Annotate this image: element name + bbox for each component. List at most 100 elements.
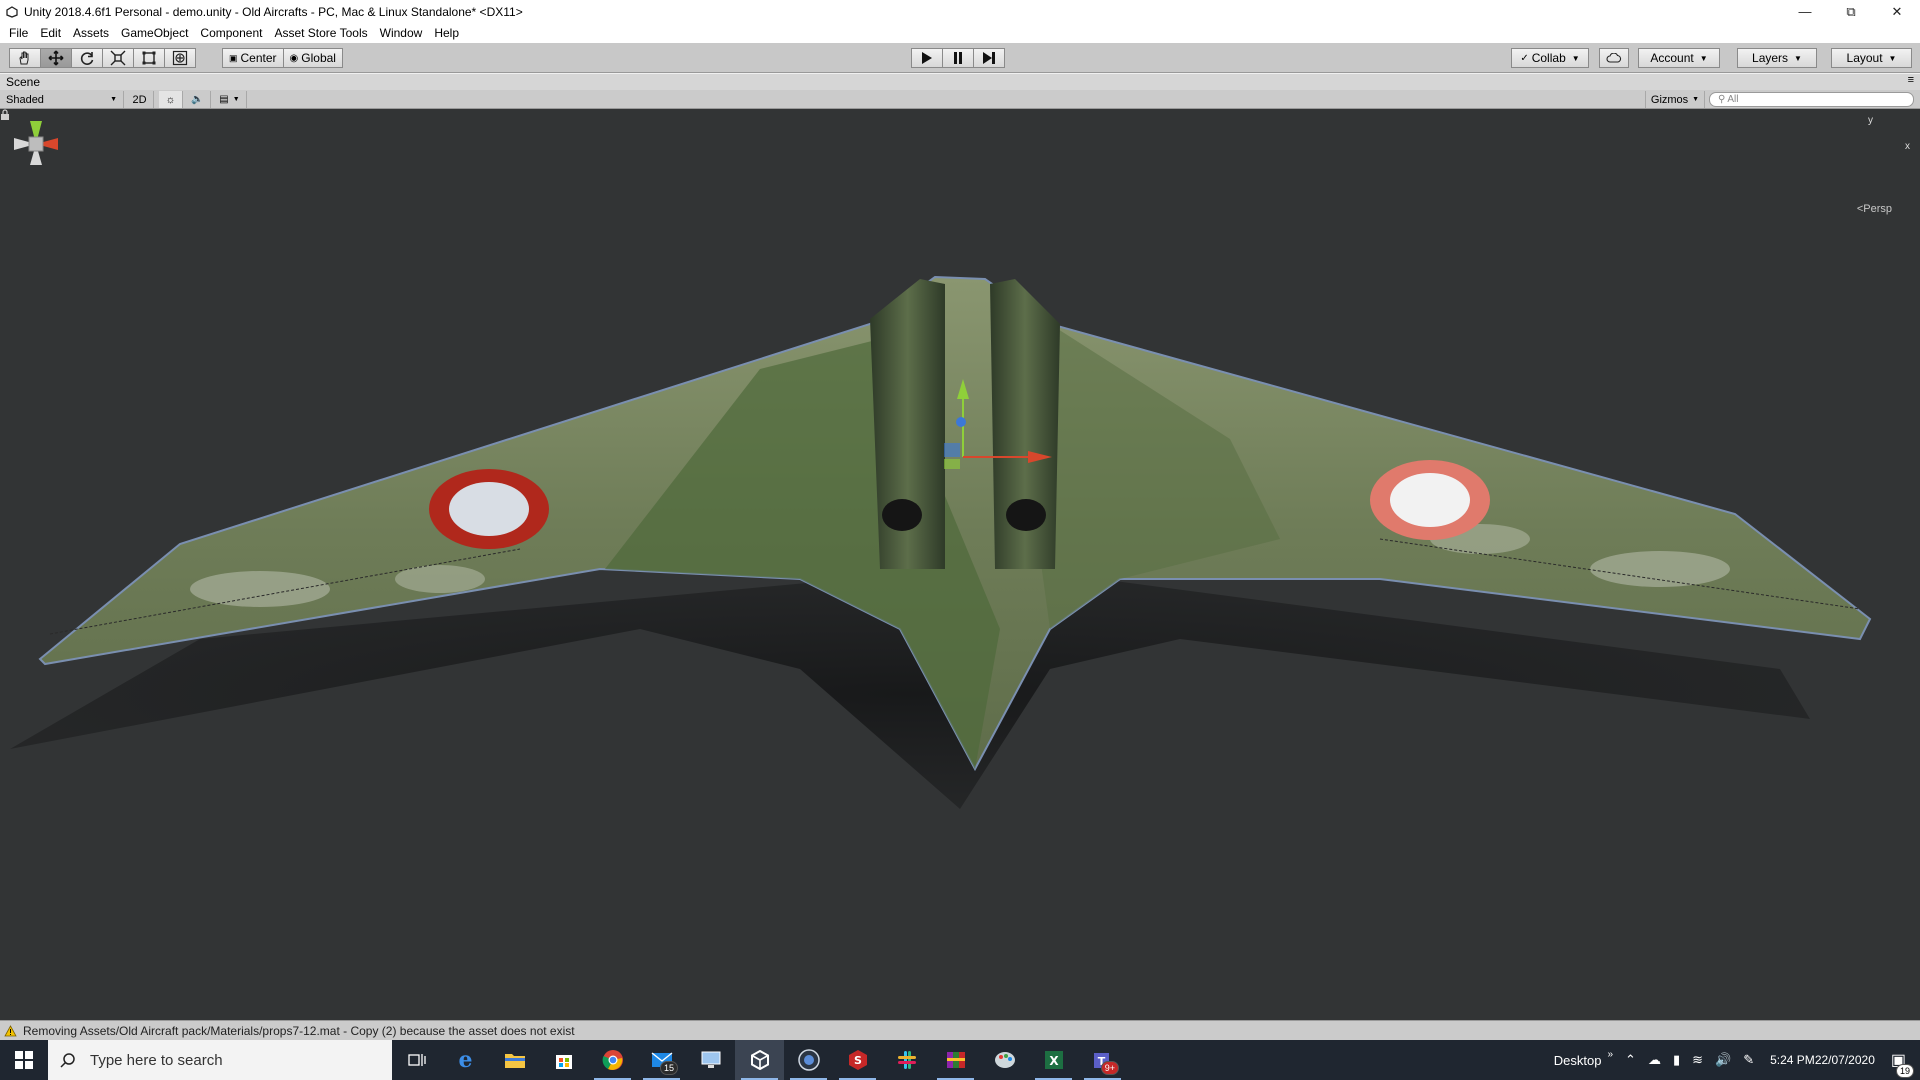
step-button[interactable] xyxy=(973,48,1005,68)
mode-2d-toggle[interactable]: 2D xyxy=(126,91,154,108)
camo-light-4 xyxy=(1590,551,1730,587)
persp-label: Persp xyxy=(1863,203,1892,215)
scale-tool-button[interactable] xyxy=(102,48,134,68)
paint-button[interactable] xyxy=(980,1040,1029,1080)
start-button[interactable] xyxy=(0,1040,48,1080)
mail-button[interactable]: 15 xyxy=(637,1040,686,1080)
play-icon xyxy=(922,52,932,64)
menu-component[interactable]: Component xyxy=(194,23,268,43)
unity-logo-icon xyxy=(4,4,20,20)
chevron-down-icon: ▼ xyxy=(110,96,117,103)
task-view-button[interactable] xyxy=(392,1040,441,1080)
gizmos-dropdown[interactable]: Gizmos ▼ xyxy=(1645,91,1705,108)
menu-file[interactable]: File xyxy=(3,23,34,43)
folder-icon xyxy=(504,1054,525,1068)
restore-button[interactable]: ⧉ xyxy=(1828,0,1874,23)
pause-icon xyxy=(954,52,962,64)
globe-icon: ◉ xyxy=(289,52,299,64)
main-toolbar: ▣ Center ◉ Global ✓ Collab ▼ Account ▼ L… xyxy=(0,43,1920,73)
projection-toggle[interactable]: <Persp xyxy=(1857,203,1892,215)
scale-tool-icon xyxy=(110,50,126,66)
account-button[interactable]: Account ▼ xyxy=(1638,48,1720,68)
menu-asset-store-tools[interactable]: Asset Store Tools xyxy=(268,23,373,43)
move-tool-icon xyxy=(48,50,64,66)
gizmo-z-handle[interactable] xyxy=(956,417,966,427)
scene-tab-bar: Scene ≡ xyxy=(0,74,1920,90)
pivot-icon: ▣ xyxy=(229,52,238,63)
teams-button[interactable]: T 9+ xyxy=(1078,1040,1127,1080)
minimize-button[interactable]: — xyxy=(1782,0,1828,23)
slack-button[interactable] xyxy=(882,1040,931,1080)
lock-icon[interactable] xyxy=(0,109,10,121)
layers-label: Layers xyxy=(1752,51,1789,65)
chevron-down-icon: ▼ xyxy=(1888,53,1897,63)
orientation-gizmo[interactable] xyxy=(0,109,72,219)
close-button[interactable]: ✕ xyxy=(1874,0,1920,23)
cloud-button[interactable] xyxy=(1599,48,1629,68)
layout-button[interactable]: Layout ▼ xyxy=(1831,48,1912,68)
menu-assets[interactable]: Assets xyxy=(67,23,115,43)
menu-window[interactable]: Window xyxy=(374,23,429,43)
rotate-tool-button[interactable] xyxy=(71,48,103,68)
search-icon xyxy=(60,1053,75,1068)
audio-toggle[interactable]: 🔈 xyxy=(185,91,211,108)
scene-search-input[interactable]: ⚲ All xyxy=(1709,92,1914,107)
scene-viewport[interactable]: y x <Persp xyxy=(0,109,1920,1020)
edge-button[interactable]: e xyxy=(441,1040,490,1080)
search-icon: ⚲ xyxy=(1718,94,1726,105)
notifications-button[interactable]: ▣ 19 xyxy=(1885,1050,1920,1078)
menu-bar: File Edit Assets GameObject Component As… xyxy=(0,23,1920,43)
engine-exhaust-right xyxy=(1006,499,1046,531)
rect-tool-icon xyxy=(142,51,156,65)
store-button[interactable] xyxy=(539,1040,588,1080)
close-icon: ✕ xyxy=(1891,3,1903,19)
pivot-label: Center xyxy=(240,51,277,65)
shading-mode-dropdown[interactable]: Shaded ▼ xyxy=(0,91,124,108)
gizmo-xz-plane[interactable] xyxy=(944,459,960,469)
rect-tool-button[interactable] xyxy=(133,48,165,68)
mail-badge: 15 xyxy=(659,1061,678,1075)
chevron-down-icon: ▼ xyxy=(1699,53,1708,63)
tab-scene[interactable]: Scene xyxy=(6,75,40,89)
gizmo-xy-plane[interactable] xyxy=(944,443,960,457)
wifi-icon[interactable]: ≋ xyxy=(1686,1052,1709,1068)
space-global-button[interactable]: ◉ Global xyxy=(282,48,343,68)
taskbar-search-input[interactable]: Type here to search xyxy=(48,1040,392,1080)
battery-icon[interactable]: ▮ xyxy=(1667,1052,1686,1068)
winrar-button[interactable] xyxy=(931,1040,980,1080)
effects-dropdown[interactable]: ▤ ▼ xyxy=(213,91,247,108)
monitor-icon xyxy=(701,1051,720,1068)
hand-tool-button[interactable] xyxy=(9,48,41,68)
volume-icon[interactable]: 🔊 xyxy=(1709,1052,1737,1068)
app-button-blue[interactable] xyxy=(686,1040,735,1080)
play-button[interactable] xyxy=(911,48,943,68)
excel-button[interactable]: X xyxy=(1029,1040,1078,1080)
clock[interactable]: 5:24 PM 22/07/2020 xyxy=(1760,1052,1885,1068)
camera-app-button[interactable] xyxy=(784,1040,833,1080)
layers-button[interactable]: Layers ▼ xyxy=(1737,48,1817,68)
slack-icon xyxy=(897,1051,916,1069)
tab-menu-icon[interactable]: ≡ xyxy=(1908,74,1914,86)
chrome-button[interactable] xyxy=(588,1040,637,1080)
gizmos-label: Gizmos xyxy=(1650,93,1689,106)
status-bar[interactable]: Removing Assets/Old Aircraft pack/Materi… xyxy=(0,1020,1920,1040)
menu-gameobject[interactable]: GameObject xyxy=(115,23,194,43)
menu-edit[interactable]: Edit xyxy=(34,23,67,43)
app-button-red[interactable]: S xyxy=(833,1040,882,1080)
menu-help[interactable]: Help xyxy=(428,23,465,43)
chevron-up-icon: ⌃ xyxy=(1625,1052,1636,1067)
engine-exhaust-left xyxy=(882,499,922,531)
transform-tool-button[interactable] xyxy=(164,48,196,68)
unity-button[interactable] xyxy=(735,1040,784,1080)
pause-button[interactable] xyxy=(942,48,974,68)
palette-icon xyxy=(994,1052,1015,1068)
move-tool-button[interactable] xyxy=(40,48,72,68)
pivot-center-button[interactable]: ▣ Center xyxy=(222,48,284,68)
file-explorer-button[interactable] xyxy=(490,1040,539,1080)
pen-icon[interactable]: ✎ xyxy=(1737,1052,1760,1068)
onedrive-icon[interactable]: ☁ xyxy=(1642,1052,1667,1068)
desktop-toolbar[interactable]: Desktop » xyxy=(1548,1049,1619,1068)
collab-button[interactable]: ✓ Collab ▼ xyxy=(1511,48,1589,68)
lighting-toggle[interactable]: ☼ xyxy=(159,91,183,108)
show-hidden-icons-button[interactable]: ⌃ xyxy=(1619,1052,1642,1068)
